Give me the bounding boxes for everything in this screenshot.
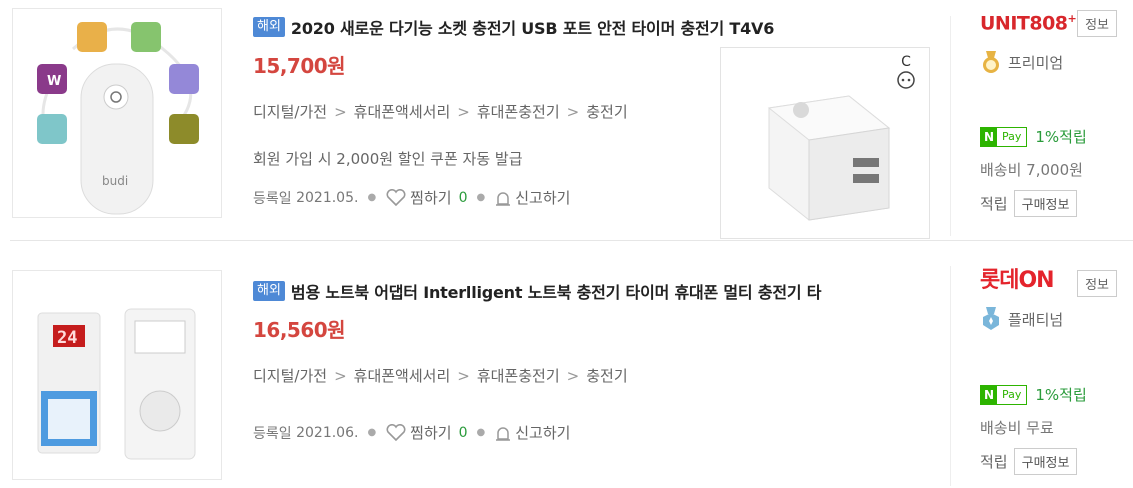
svg-text:budi: budi <box>102 174 128 188</box>
report-button[interactable]: 신고하기 <box>494 422 570 443</box>
siren-icon <box>496 426 511 441</box>
registration-label: 등록일 <box>253 190 292 207</box>
seller-info-button[interactable]: 정보 <box>1077 270 1117 297</box>
product-thumbnail[interactable]: W budi <box>12 8 222 218</box>
wishlist-button[interactable]: 찜하기 0 <box>385 187 468 208</box>
svg-text:W: W <box>47 74 61 89</box>
seller-info-button[interactable]: 정보 <box>1077 10 1117 37</box>
category-link[interactable]: 휴대폰액세서리 <box>354 103 451 121</box>
wish-count: 0 <box>458 424 468 441</box>
npay-icon: N Pay <box>980 384 1028 405</box>
npay-reward: 1%적립 <box>1035 386 1087 404</box>
wishlist-button[interactable]: 찜하기 0 <box>385 422 468 443</box>
report-button[interactable]: 신고하기 <box>494 187 570 208</box>
category-link[interactable]: 디지털/가전 <box>253 103 327 121</box>
accumulate-label: 적립 <box>980 195 1008 214</box>
purchase-info-button[interactable]: 구매정보 <box>1013 448 1078 475</box>
product-price[interactable]: 16,560원 <box>253 314 943 343</box>
siren-icon <box>496 191 511 206</box>
premium-medal-icon <box>983 51 999 74</box>
product-item: W budi 해외 2020 새로운 다기능 소켓 충전기 USB 포트 안전 … <box>0 0 1133 240</box>
product-thumbnail[interactable]: 24 <box>12 270 222 480</box>
overseas-badge: 해외 <box>253 17 285 37</box>
heart-icon <box>386 423 406 441</box>
registration-label: 등록일 <box>253 425 292 442</box>
product-item: 24 해외 범용 노트북 어댑터 Interlligent 노트북 충전기 타이… <box>0 250 1133 488</box>
registration-date: 2021.05. <box>296 189 359 206</box>
npay-icon: N Pay <box>980 126 1028 147</box>
svg-text:24: 24 <box>57 328 77 348</box>
product-detail-image[interactable]: C <box>720 47 930 239</box>
npay-reward: 1%적립 <box>1035 128 1087 147</box>
heart-icon <box>386 188 406 206</box>
registration-date: 2021.06. <box>296 424 359 441</box>
product-title[interactable]: 범용 노트북 어댑터 Interlligent 노트북 충전기 타이머 휴대폰 … <box>291 279 822 303</box>
category-link[interactable]: 휴대폰충전기 <box>477 103 560 121</box>
seller-grade: 프리미엄 <box>1008 53 1064 72</box>
item-divider <box>10 240 1133 241</box>
category-link[interactable]: 충전기 <box>586 103 627 121</box>
platinum-medal-icon <box>983 307 999 330</box>
seller-grade: 플래티넘 <box>1008 310 1064 329</box>
product-title[interactable]: 2020 새로운 다기능 소켓 충전기 USB 포트 안전 타이머 충전기 T4… <box>291 15 774 39</box>
category-link[interactable]: 디지털/가전 <box>253 367 327 385</box>
overseas-badge: 해외 <box>253 281 285 301</box>
category-link[interactable]: 휴대폰액세서리 <box>354 367 451 385</box>
category-link[interactable]: 충전기 <box>586 367 627 385</box>
purchase-info-button[interactable]: 구매정보 <box>1013 190 1078 218</box>
category-link[interactable]: 휴대폰충전기 <box>477 367 560 385</box>
wish-count: 0 <box>458 189 468 206</box>
shipping-fee: 배송비 무료 <box>980 419 1054 437</box>
breadcrumb: 디지털/가전 > 휴대폰액세서리 > 휴대폰충전기 > 충전기 <box>253 367 628 385</box>
accumulate-label: 적립 <box>980 453 1008 471</box>
shipping-fee: 배송비 7,000원 <box>980 161 1083 180</box>
